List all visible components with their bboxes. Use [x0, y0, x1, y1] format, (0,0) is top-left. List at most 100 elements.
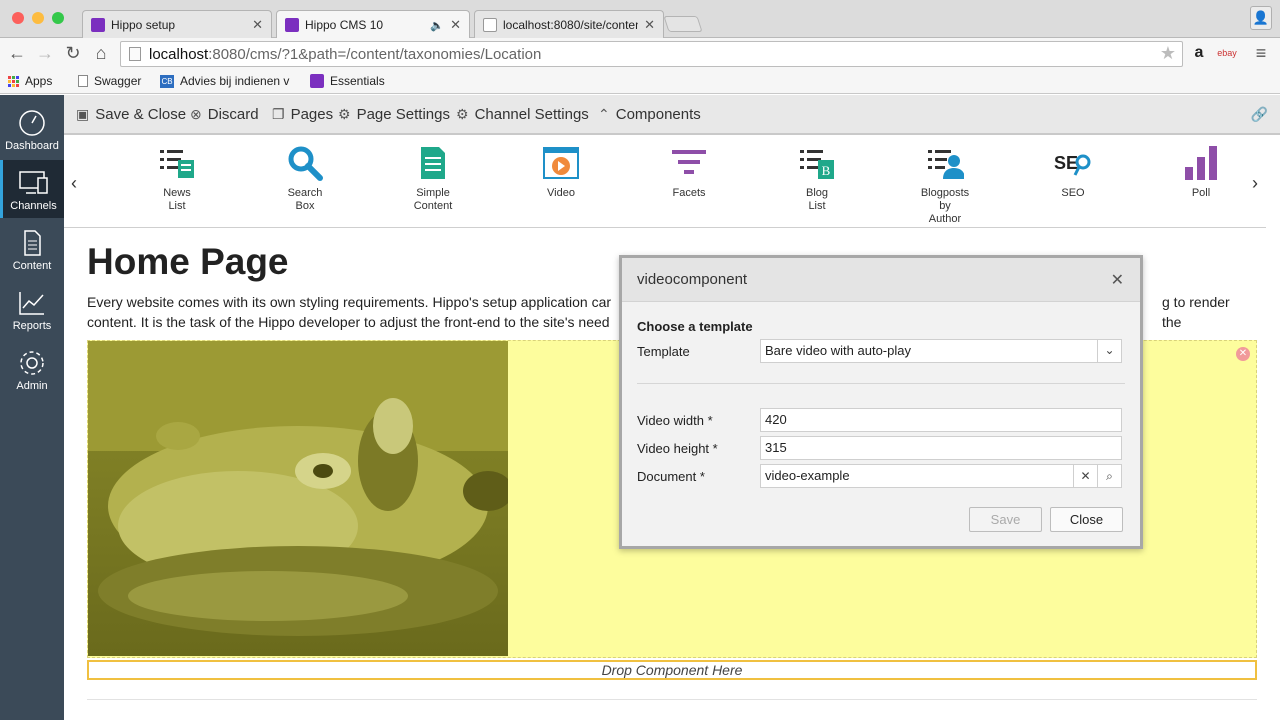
video-height-input[interactable]: 315 [760, 436, 1122, 460]
tab-close-icon[interactable]: ✕ [252, 17, 263, 33]
video-width-input[interactable]: 420 [760, 408, 1122, 432]
gear-icon [20, 351, 44, 375]
channels-icon [18, 171, 48, 194]
save-close-button[interactable]: ▣ Save & Close [76, 106, 186, 123]
svg-text:SE: SE [1054, 153, 1078, 173]
dialog-header: videocomponent [622, 258, 1140, 302]
template-section-heading: Choose a template [637, 319, 753, 334]
dialog-divider [637, 383, 1125, 384]
component-blog-list[interactable]: B Blog List [777, 145, 857, 213]
browser-tab-active[interactable]: Hippo CMS 10 🔈 ✕ [276, 10, 470, 39]
bar-chart-icon [1185, 146, 1217, 180]
pages-button[interactable]: ❐ Pages [272, 106, 333, 123]
browser-tab-strip: Hippo setup ✕ Hippo CMS 10 🔈 ✕ localhost… [0, 0, 1280, 39]
profile-icon[interactable]: 👤 [1250, 6, 1272, 30]
components-toggle-button[interactable]: ⌃ Components [598, 106, 701, 123]
window-minimize-button[interactable] [32, 12, 44, 24]
nav-content[interactable]: Content [0, 220, 64, 278]
component-seo[interactable]: SE SEO [1033, 145, 1113, 200]
bookmark-apps[interactable]: Apps [8, 74, 52, 88]
seo-icon: SE [1054, 153, 1091, 176]
component-video[interactable]: Video [521, 145, 601, 200]
left-navigation: Dashboard Channels Content Reports Admin [0, 95, 64, 720]
chevron-left-icon[interactable]: ‹ [71, 173, 77, 194]
document-picker[interactable]: video-example ✕ ⌕ [760, 464, 1122, 488]
tab-close-icon[interactable]: ✕ [644, 17, 655, 33]
video-frame[interactable] [88, 341, 508, 656]
link-icon[interactable]: 🔗 [1251, 106, 1268, 123]
remove-component-icon[interactable]: ✕ [1236, 347, 1250, 361]
amazon-extension-icon[interactable]: a [1188, 42, 1210, 64]
browser-tab[interactable]: localhost:8080/site/content ✕ [474, 10, 664, 38]
close-icon[interactable]: ✕ [1111, 270, 1124, 290]
discard-button[interactable]: ⊗ Discard [190, 106, 259, 123]
forward-arrow-icon[interactable]: → [34, 42, 56, 64]
nav-admin[interactable]: Admin [0, 340, 64, 398]
page-icon [78, 75, 88, 87]
bookmark-advies[interactable]: CB Advies bij indienen v [160, 74, 289, 88]
reload-icon[interactable]: ↻ [62, 42, 84, 64]
back-arrow-icon[interactable]: ← [6, 42, 28, 64]
chevron-right-icon[interactable]: › [1252, 173, 1258, 194]
discard-icon: ⊗ [190, 106, 202, 122]
search-icon [288, 146, 323, 181]
video-height-label: Video height * [637, 441, 718, 456]
page-favicon-icon [483, 17, 497, 32]
page-title: Home Page [87, 241, 289, 282]
save-icon: ▣ [76, 106, 90, 122]
bookmark-star-icon[interactable]: ★ [1160, 43, 1176, 64]
hippo-video-still [88, 341, 508, 656]
template-label: Template [637, 344, 690, 359]
document-label: Document * [637, 469, 705, 484]
component-facets[interactable]: Facets [649, 145, 729, 200]
divider [87, 699, 1257, 700]
component-poll[interactable]: Poll [1161, 145, 1241, 200]
channel-toolbar: ▣ Save & Close ⊗ Discard ❐ Pages ⚙ Page Sett… [64, 95, 1280, 135]
blog-list-icon: B [800, 150, 834, 179]
component-search-box[interactable]: Search Box [265, 145, 345, 213]
close-button[interactable]: Close [1050, 507, 1123, 532]
filter-icon [672, 150, 706, 174]
browser-toolbar: ← → ↻ ⌂ localhost:8080/cms/?1&path=/cont… [0, 38, 1280, 70]
chevron-down-icon[interactable]: ⌄ [1097, 340, 1121, 362]
component-simple-content[interactable]: Simple Content [393, 145, 473, 213]
page-settings-button[interactable]: ⚙ Page Settings [338, 106, 450, 123]
nav-reports[interactable]: Reports [0, 280, 64, 338]
gear-icon: ⚙ [338, 106, 351, 122]
page-icon [129, 47, 141, 61]
window-close-button[interactable] [12, 12, 24, 24]
template-select[interactable]: Bare video with auto-play ⌄ [760, 339, 1122, 363]
browser-tab[interactable]: Hippo setup ✕ [82, 10, 272, 38]
ebay-extension-icon[interactable]: ebay [1216, 42, 1238, 64]
svg-text:B: B [822, 163, 831, 178]
channel-settings-button[interactable]: ⚙ Channel Settings [456, 106, 589, 123]
apps-grid-icon [8, 75, 19, 87]
video-width-label: Video width * [637, 413, 713, 428]
clear-icon[interactable]: ✕ [1073, 465, 1097, 487]
window-zoom-button[interactable] [52, 12, 64, 24]
gear-icon: ⚙ [456, 106, 469, 122]
hippo-favicon-icon [310, 74, 324, 88]
component-blogposts-by-author[interactable]: Blogposts by Author [905, 145, 985, 226]
news-list-icon [160, 150, 194, 178]
bookmark-swagger[interactable]: Swagger [78, 74, 141, 88]
new-tab-button[interactable] [663, 16, 703, 32]
pages-icon: ❐ [272, 106, 285, 122]
hippo-favicon-icon [91, 17, 105, 32]
tab-close-icon[interactable]: ✕ [450, 17, 461, 33]
chart-icon [19, 292, 44, 315]
component-properties-dialog: videocomponent ✕ Choose a template Templ… [619, 255, 1143, 549]
component-news-list[interactable]: News List [137, 145, 217, 213]
search-icon[interactable]: ⌕ [1097, 465, 1121, 487]
nav-channels[interactable]: Channels [0, 160, 64, 218]
drop-zone[interactable]: Drop Component Here [87, 660, 1257, 680]
save-button[interactable]: Save [969, 507, 1042, 532]
menu-icon[interactable]: ≡ [1250, 42, 1272, 64]
home-icon[interactable]: ⌂ [90, 42, 112, 64]
hippo-favicon-icon [285, 18, 299, 32]
component-catalog: ‹ › News List Search Box Simple Content Vid… [64, 137, 1266, 228]
address-bar[interactable]: localhost:8080/cms/?1&path=/content/taxo… [120, 41, 1183, 67]
bookmark-essentials[interactable]: Essentials [310, 74, 385, 88]
nav-dashboard[interactable]: Dashboard [0, 100, 64, 158]
speaker-icon[interactable]: 🔈 [430, 19, 444, 32]
